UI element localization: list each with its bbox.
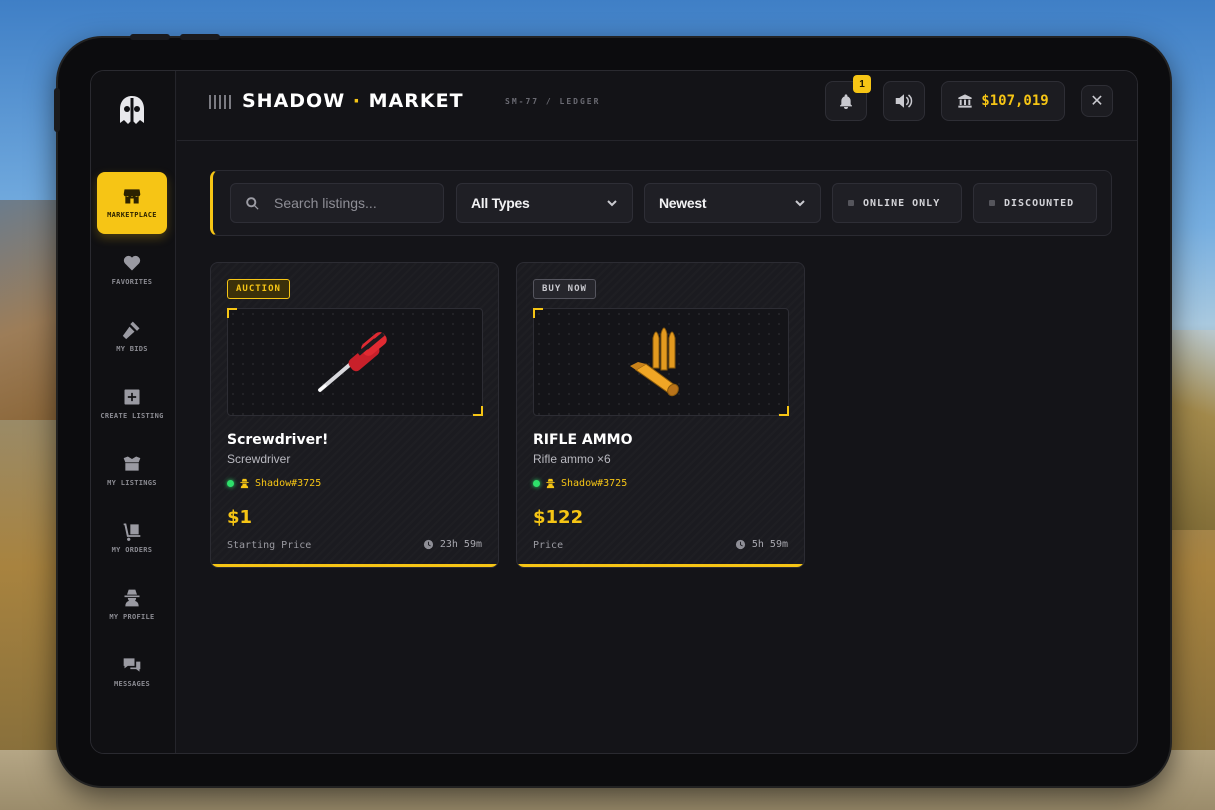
- shop-icon: [123, 189, 141, 204]
- seller-name: Shadow#3725: [561, 478, 628, 489]
- time-remaining: 5h 59m: [735, 539, 788, 550]
- heart-icon: [123, 255, 141, 271]
- screwdriver-icon: [318, 332, 387, 392]
- sound-toggle-button[interactable]: [883, 81, 925, 121]
- sidebar-item-favorites[interactable]: FAVORITES: [97, 239, 167, 301]
- sidebar-item-label: MESSAGES: [113, 680, 151, 688]
- seller-info[interactable]: Shadow#3725: [227, 478, 321, 489]
- listing-title: RIFLE AMMO: [533, 432, 633, 448]
- user-secret-icon: [240, 478, 249, 489]
- page-subtitle: SM-77 / LEDGER: [505, 97, 601, 106]
- discounted-toggle[interactable]: DISCOUNTED: [973, 183, 1097, 223]
- dolly-icon: [123, 523, 141, 541]
- listing-subtitle: Screwdriver: [227, 452, 291, 466]
- sidebar-item-messages[interactable]: MESSAGES: [97, 641, 167, 703]
- price-label: Price: [533, 540, 564, 551]
- listing-image: [533, 308, 789, 416]
- comments-icon: [123, 658, 141, 672]
- time-remaining-value: 23h 59m: [439, 539, 482, 550]
- listing-price: $1: [227, 507, 253, 528]
- chevron-down-icon: [607, 200, 617, 207]
- barcode-icon: [209, 95, 231, 109]
- balance-amount: $107,019: [981, 93, 1049, 109]
- online-status-dot: [533, 480, 540, 487]
- tablet-screen: MARKETPLACE FAVORITES MY BIDS CREATE LIS…: [90, 70, 1138, 754]
- tablet-hardware-button: [180, 34, 220, 40]
- header-bar: SHADOW · MARKET SM-77 / LEDGER 1 $107,01…: [177, 71, 1137, 141]
- listing-price: $122: [533, 507, 584, 528]
- close-button[interactable]: ✕: [1081, 85, 1113, 117]
- online-only-toggle[interactable]: ONLINE ONLY: [832, 183, 962, 223]
- sidebar-item-label: MY BIDS: [116, 345, 148, 353]
- sort-select[interactable]: Newest: [644, 183, 821, 223]
- plus-square-icon: [124, 389, 140, 405]
- user-secret-icon: [546, 478, 555, 489]
- balance-display: $107,019: [941, 81, 1065, 121]
- discounted-label: DISCOUNTED: [1004, 197, 1075, 209]
- sidebar-item-my-listings[interactable]: MY LISTINGS: [97, 440, 167, 502]
- search-icon: [246, 196, 259, 210]
- filter-bar: All Types Newest ONLINE ONLY DISCOUNTED: [210, 170, 1112, 236]
- online-status-dot: [227, 480, 234, 487]
- sidebar-item-label: MY LISTINGS: [107, 479, 157, 487]
- listing-image: [227, 308, 483, 416]
- sidebar-item-marketplace[interactable]: MARKETPLACE: [97, 172, 167, 234]
- checkbox-indicator: [848, 200, 854, 206]
- checkbox-indicator: [989, 200, 995, 206]
- box-icon: [123, 456, 141, 471]
- time-remaining: 23h 59m: [423, 539, 482, 550]
- price-label: Starting Price: [227, 540, 312, 551]
- sidebar-item-my-profile[interactable]: MY PROFILE: [97, 574, 167, 636]
- tablet-hardware-button: [130, 34, 170, 40]
- bank-icon: [958, 94, 972, 108]
- speaker-icon: [895, 94, 913, 108]
- notification-badge: 1: [853, 75, 871, 93]
- sidebar-item-label: FAVORITES: [111, 278, 153, 286]
- sidebar-item-label: MY ORDERS: [111, 546, 153, 554]
- clock-icon: [423, 539, 433, 550]
- chevron-down-icon: [795, 200, 805, 207]
- user-secret-icon: [124, 589, 140, 607]
- page-title: SHADOW · MARKET: [242, 90, 464, 112]
- listing-tag-buy-now: BUY NOW: [533, 279, 596, 299]
- type-filter-select[interactable]: All Types: [456, 183, 633, 223]
- sidebar-item-my-bids[interactable]: MY BIDS: [97, 306, 167, 368]
- type-filter-value: All Types: [471, 195, 530, 211]
- listing-title: Screwdriver!: [227, 432, 329, 448]
- sidebar-item-label: CREATE LISTING: [100, 412, 164, 420]
- listing-card[interactable]: AUCTION Screwdriver! Screwdriver Shadow#…: [210, 262, 499, 568]
- app-logo-icon: [117, 95, 147, 129]
- sidebar-item-label: MARKETPLACE: [107, 211, 157, 219]
- title-dot: ·: [352, 90, 362, 112]
- sidebar-item-create-listing[interactable]: CREATE LISTING: [97, 373, 167, 435]
- time-remaining-value: 5h 59m: [751, 539, 788, 550]
- seller-info[interactable]: Shadow#3725: [533, 478, 627, 489]
- sort-value: Newest: [659, 195, 707, 211]
- listing-tag-auction: AUCTION: [227, 279, 290, 299]
- bell-icon: [840, 94, 852, 109]
- tablet-frame: MARKETPLACE FAVORITES MY BIDS CREATE LIS…: [54, 34, 1170, 786]
- sidebar: MARKETPLACE FAVORITES MY BIDS CREATE LIS…: [91, 71, 176, 753]
- listing-subtitle: Rifle ammo ×6: [533, 452, 611, 466]
- title-right: MARKET: [368, 90, 464, 112]
- gavel-icon: [122, 321, 140, 340]
- sidebar-item-label: MY PROFILE: [109, 613, 155, 621]
- title-left: SHADOW: [242, 90, 346, 112]
- online-only-label: ONLINE ONLY: [863, 197, 941, 209]
- search-input[interactable]: [274, 195, 424, 211]
- notifications-button[interactable]: 1: [825, 75, 871, 121]
- listing-card[interactable]: BUY NOW RIFLE AMMO Rifle ammo ×6 Shadow#…: [516, 262, 805, 568]
- tablet-hardware-button: [54, 88, 60, 132]
- rifle-ammo-icon: [630, 327, 679, 397]
- sidebar-item-my-orders[interactable]: MY ORDERS: [97, 507, 167, 569]
- search-box[interactable]: [230, 183, 444, 223]
- seller-name: Shadow#3725: [255, 478, 322, 489]
- clock-icon: [735, 539, 745, 550]
